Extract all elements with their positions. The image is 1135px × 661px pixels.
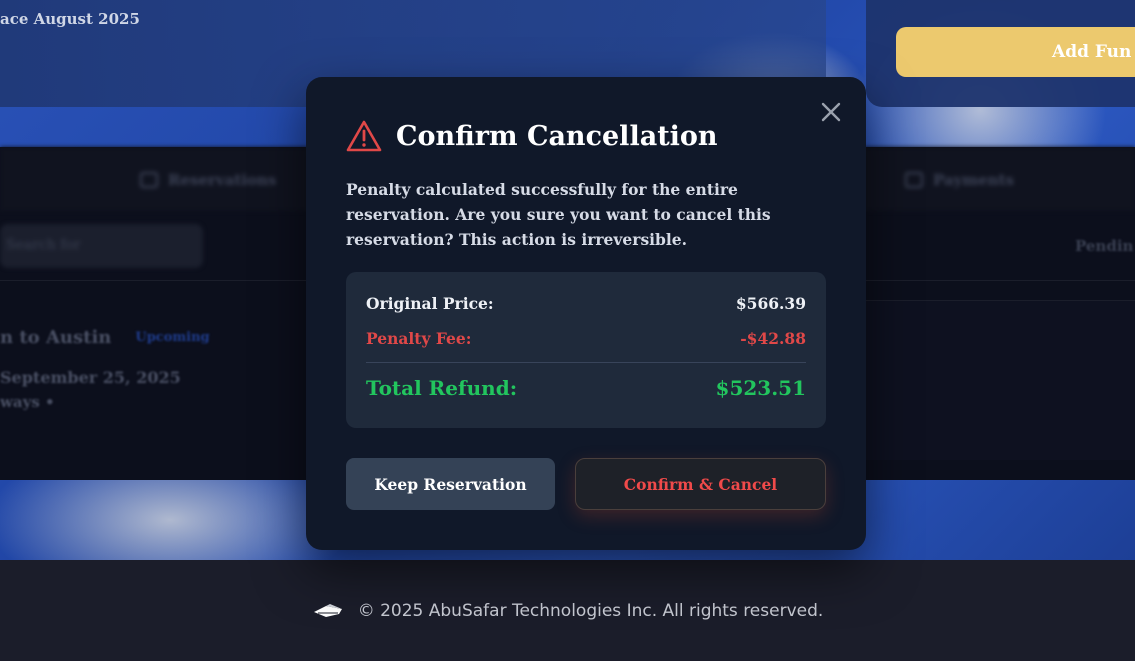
refund-summary: Original Price: $566.39 Penalty Fee: -$4… [346,272,826,428]
keep-reservation-button[interactable]: Keep Reservation [346,458,555,510]
status-filter-pending[interactable]: Pendin [1075,237,1133,255]
ticket-icon [140,172,158,188]
penalty-fee-value: -$42.88 [740,329,806,348]
dialog-message: Penalty calculated successfully for the … [346,180,771,249]
original-price-label: Original Price: [366,294,494,313]
total-refund-row: Total Refund: $523.51 [366,376,806,400]
original-price-row: Original Price: $566.39 [366,294,806,313]
confirm-cancel-button[interactable]: Confirm & Cancel [575,458,826,510]
tab-payments-label: Payments [933,171,1015,189]
member-since-text: ace August 2025 [0,10,140,28]
close-button[interactable] [818,99,844,125]
search-placeholder: Search for [6,237,81,253]
plane-logo-icon [312,602,344,620]
summary-divider [366,362,806,363]
status-badge: Upcoming [135,330,210,345]
credit-card-icon [905,172,923,188]
dialog-header: Confirm Cancellation [346,119,718,153]
original-price-value: $566.39 [735,294,806,313]
confirm-cancellation-dialog: Confirm Cancellation Penalty calculated … [306,77,866,550]
penalty-fee-label: Penalty Fee: [366,329,472,348]
close-icon [821,102,841,122]
side-summary-card [866,300,1135,460]
tab-reservations-label: Reservations [168,171,277,189]
route-text: n to Austin [0,327,112,348]
penalty-fee-row: Penalty Fee: -$42.88 [366,329,806,348]
reservation-route: n to Austin Upcoming [0,327,210,348]
total-refund-label: Total Refund: [366,376,518,400]
reservation-airline: ways • [0,393,55,411]
footer: © 2025 AbuSafar Technologies Inc. All ri… [0,560,1135,661]
total-refund-value: $523.51 [715,376,806,400]
warning-triangle-icon [346,120,382,152]
dialog-title: Confirm Cancellation [396,120,718,152]
copyright-text: © 2025 AbuSafar Technologies Inc. All ri… [357,600,824,621]
search-input[interactable]: Search for [0,224,203,268]
tab-payments[interactable]: Payments [905,171,1014,189]
reservation-date: September 25, 2025 [0,368,181,387]
add-funds-button[interactable]: Add Fun [896,27,1135,77]
tab-reservations[interactable]: Reservations [140,171,276,189]
